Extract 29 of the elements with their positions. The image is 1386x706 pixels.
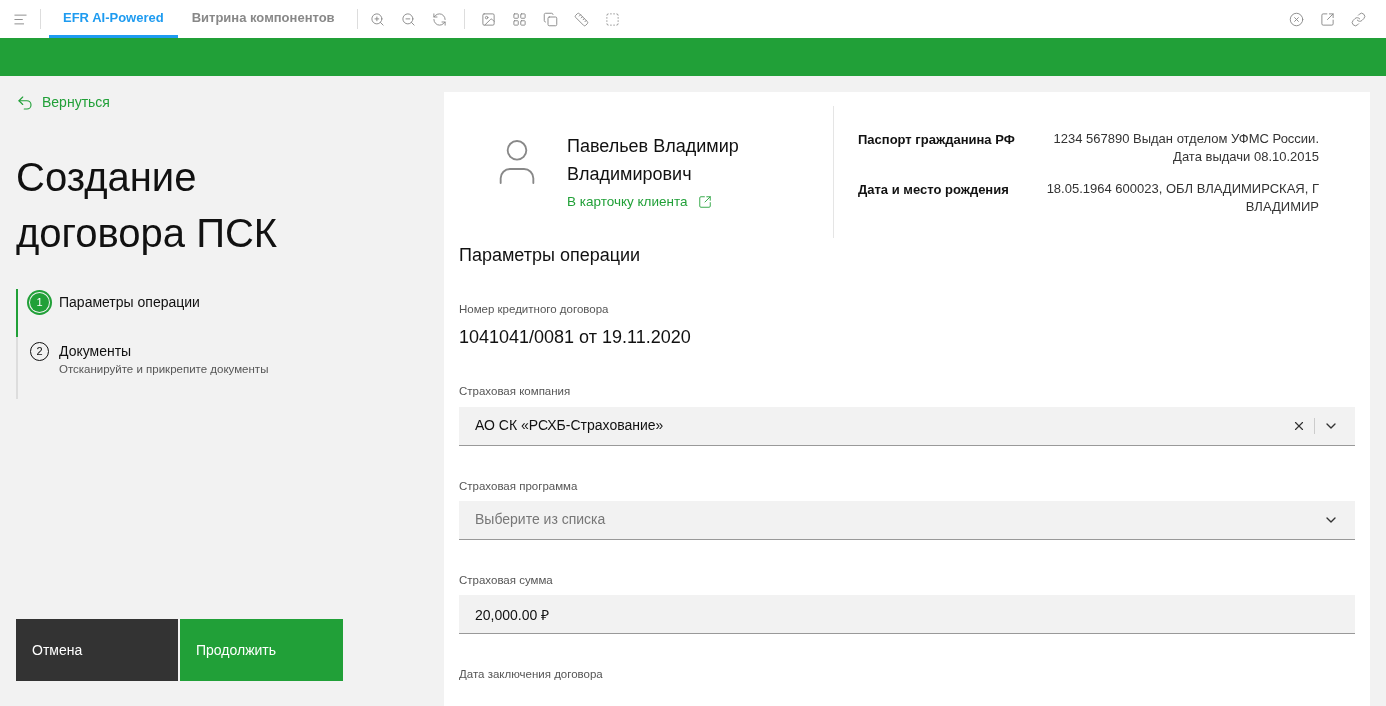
- field-value: 1041041/0081 от 19.11.2020: [459, 326, 692, 350]
- continue-button[interactable]: Продолжить: [180, 619, 343, 681]
- back-link[interactable]: Вернуться: [16, 92, 110, 113]
- select-field[interactable]: АО СК «РСХБ-Страхование»: [459, 406, 1355, 446]
- detail-value: 1234 567890 Выдан отделом УФМС России. Дата выдачи 08.10.2015: [1052, 130, 1319, 166]
- step-hint: Отсканируйте и прикрепите документы: [59, 362, 269, 377]
- select-field[interactable]: Выберите из списка: [459, 500, 1355, 540]
- field-label: Страховая компания: [459, 384, 572, 400]
- step-number: 1: [30, 293, 49, 312]
- client-name: Павельев Владимир Владимирович: [567, 135, 740, 186]
- external-link-icon: [697, 195, 712, 210]
- field-label: Страховая программа: [459, 478, 579, 494]
- cancel-button[interactable]: Отмена: [16, 619, 178, 681]
- input-field[interactable]: 20,000.00 ₽: [459, 595, 1355, 634]
- detail-label: Паспорт гражданина РФ: [858, 131, 1016, 149]
- detail-label: Дата и место рождения: [858, 181, 1010, 199]
- back-arrow-icon: [16, 93, 34, 112]
- step-item[interactable]: 2 Документы Отсканируйте и прикрепите документы: [16, 337, 277, 399]
- page-title: Создание договора ПСК: [16, 154, 279, 257]
- client-card-link[interactable]: В карточку клиента: [567, 192, 712, 213]
- detail-value: 18.05.1964 600023, ОБЛ ВЛАДИМИРСКАЯ, Г ВЛАДИМИР: [1045, 180, 1319, 216]
- step-label: Документы: [59, 342, 133, 361]
- step-label: Параметры операции: [59, 293, 200, 312]
- field-label: Номер кредитного договора: [459, 302, 610, 317]
- section-title: Параметры операции: [459, 244, 642, 267]
- field-label: Дата заключения договора: [459, 667, 604, 682]
- step-item[interactable]: 1 Параметры операции: [16, 289, 208, 337]
- tab[interactable]: Витрина компонентов: [177, 0, 349, 38]
- field-label: Страховая сумма: [459, 572, 554, 588]
